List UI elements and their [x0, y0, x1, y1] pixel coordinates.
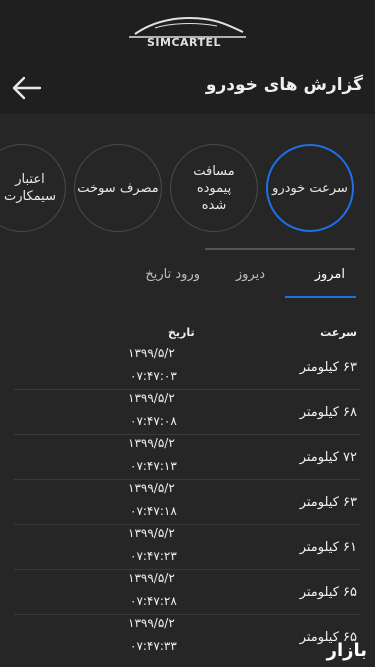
table-row: ۶۸ کیلومتر ۱۳۹۹/۵/۲ ۰۷:۴۷:۰۸ [0, 390, 375, 435]
category-vehicle-speed[interactable]: سرعت خودرو [266, 144, 354, 232]
date-tabs: امروز دیروز ورود تاریخ [110, 259, 365, 301]
time-value: ۰۷:۴۷:۰۸ [130, 414, 177, 428]
logo-bar: SIMCARTEL [0, 0, 375, 62]
table-row: ۶۵ کیلومتر ۱۳۹۹/۵/۲ ۰۷:۴۷:۳۳ [0, 615, 375, 660]
date-value: ۱۳۹۹/۵/۲ [128, 481, 175, 495]
table-row: ۷۲ کیلومتر ۱۳۹۹/۵/۲ ۰۷:۴۷:۱۳ [0, 435, 375, 480]
column-header-speed: سرعت [320, 326, 357, 339]
category-label: اعتبار سیمکارت [4, 172, 56, 204]
category-label: سرعت خودرو [272, 180, 348, 196]
time-value: ۰۷:۴۷:۰۳ [130, 369, 177, 383]
date-value: ۱۳۹۹/۵/۲ [128, 616, 175, 630]
date-value: ۱۳۹۹/۵/۲ [128, 346, 175, 360]
date-value: ۱۳۹۹/۵/۲ [128, 526, 175, 540]
arrow-left-icon [12, 76, 42, 100]
time-value: ۰۷:۴۷:۱۳ [130, 459, 177, 473]
table-row: ۶۳ کیلومتر ۱۳۹۹/۵/۲ ۰۷:۴۷:۰۳ [0, 345, 375, 390]
date-value: ۱۳۹۹/۵/۲ [128, 436, 175, 450]
table-row: ۶۱ کیلومتر ۱۳۹۹/۵/۲ ۰۷:۴۷:۲۳ [0, 525, 375, 570]
report-category-carousel[interactable]: سرعت خودرو مسافت پیموده شده مصرف سوخت اع… [0, 128, 375, 248]
date-value: ۱۳۹۹/۵/۲ [128, 571, 175, 585]
main-content: سرعت خودرو مسافت پیموده شده مصرف سوخت اع… [0, 114, 375, 667]
time-value: ۰۷:۴۷:۲۸ [130, 594, 177, 608]
tab-enter-date[interactable]: ورود تاریخ [145, 267, 200, 282]
tab-today[interactable]: امروز [315, 267, 345, 282]
category-label: مصرف سوخت [77, 180, 159, 196]
divider [205, 248, 355, 250]
speed-value: ۶۱ کیلومتر [299, 540, 357, 555]
column-header-date: تاریخ [168, 326, 195, 339]
back-button[interactable] [6, 68, 48, 108]
category-label: مسافت پیموده شده [193, 163, 235, 213]
page-title: گزارش های خودرو [205, 75, 363, 95]
speed-value: ۶۳ کیلومتر [299, 360, 357, 375]
category-fuel-consumption[interactable]: مصرف سوخت [74, 144, 162, 232]
speed-value: ۷۲ کیلومتر [299, 450, 357, 465]
table-row: ۶۵ کیلومتر ۱۳۹۹/۵/۲ ۰۷:۴۷:۲۸ [0, 570, 375, 615]
time-value: ۰۷:۴۷:۳۳ [130, 639, 177, 653]
speed-value: ۶۵ کیلومتر [299, 585, 357, 600]
time-value: ۰۷:۴۷:۱۸ [130, 504, 177, 518]
category-distance-traveled[interactable]: مسافت پیموده شده [170, 144, 258, 232]
time-value: ۰۷:۴۷:۲۳ [130, 549, 177, 563]
app-bar: گزارش های خودرو [0, 62, 375, 114]
speed-value: ۶۳ کیلومتر [299, 495, 357, 510]
logo-text: SIMCARTEL [147, 36, 222, 49]
watermark: بازار [326, 640, 367, 661]
active-tab-indicator [285, 296, 356, 298]
tab-yesterday[interactable]: دیروز [236, 267, 265, 282]
speed-value: ۶۸ کیلومتر [299, 405, 357, 420]
brand-logo: SIMCARTEL [125, 10, 250, 54]
date-value: ۱۳۹۹/۵/۲ [128, 391, 175, 405]
category-sim-credit[interactable]: اعتبار سیمکارت [0, 144, 66, 232]
table-row: ۶۳ کیلومتر ۱۳۹۹/۵/۲ ۰۷:۴۷:۱۸ [0, 480, 375, 525]
